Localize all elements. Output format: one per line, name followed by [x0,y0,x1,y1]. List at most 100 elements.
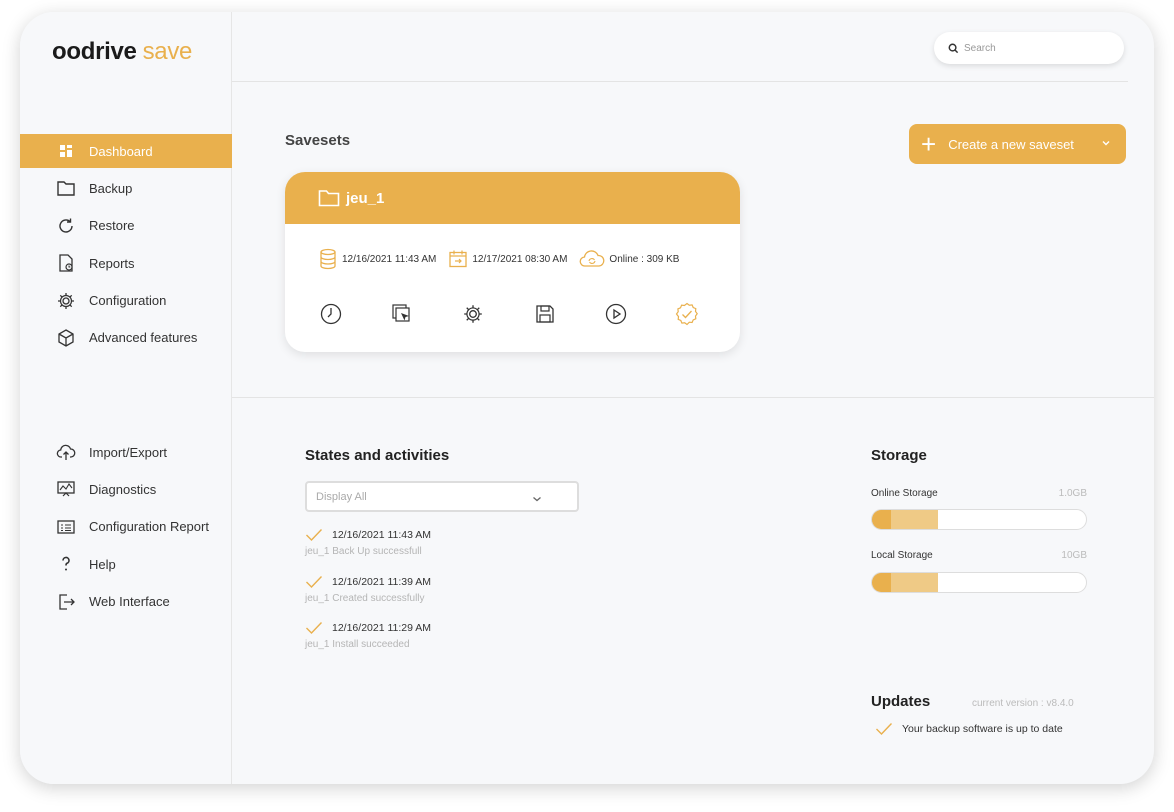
sidebar-item-dashboard[interactable]: Dashboard [20,134,232,168]
app-logo: oodrive save [52,38,192,66]
monitor-chart-icon [55,478,77,500]
app-window: oodrive save Dashboard Backup Restore Re… [20,12,1154,784]
settings-button[interactable] [461,302,485,326]
local-storage-bar-fill [872,573,892,592]
chevron-down-icon[interactable] [1100,137,1112,149]
save-icon [536,305,554,323]
sidebar-item-advanced-features[interactable]: Advanced features [20,321,232,355]
copy-cursor-icon [392,304,410,322]
clock-icon [320,303,342,325]
saveset-info: 12/16/2021 11:43 AM 12/17/2021 08:30 AM … [318,248,691,270]
sidebar-item-web-interface[interactable]: Web Interface [20,585,232,619]
saveset-card[interactable]: jeu_1 12/16/2021 11:43 AM 12/17/2021 08:… [285,172,740,352]
sidebar-item-import-export[interactable]: Import/Export [20,435,232,469]
check-icon [306,622,323,635]
online-storage-info: Online : 309 KB [579,250,679,268]
check-icon [876,723,893,736]
current-version: current version : v8.4.0 [972,698,1074,709]
create-saveset-label: Create a new saveset [948,136,1074,152]
folder-icon [318,190,340,207]
updates-heading: Updates [871,693,931,710]
calendar-icon [449,250,467,268]
sidebar-item-configuration[interactable]: Configuration [20,284,232,318]
status-ok-button[interactable] [675,302,699,326]
activity-item: 12/16/2021 11:43 AM jeu_1 Back Up succes… [305,528,605,557]
last-backup-date: 12/16/2021 11:43 AM [342,253,437,265]
online-size: Online : 309 KB [609,253,680,265]
gear-icon [464,305,482,323]
create-saveset-button[interactable]: + Create a new saveset [909,124,1126,164]
plus-icon: + [921,129,937,159]
play-icon [605,303,627,325]
next-backup: 12/17/2021 08:30 AM [448,249,567,269]
check-icon [306,529,323,542]
logo-text: oodrive [52,38,137,65]
saveset-name: jeu_1 [346,189,385,207]
search-box[interactable]: Search [934,32,1124,64]
last-backup: 12/16/2021 11:43 AM [318,248,436,270]
sidebar-item-help[interactable]: Help [20,547,232,581]
sidebar-item-label: Import/Export [89,444,168,460]
cloud-sync-icon [580,250,605,267]
next-backup-date: 12/17/2021 08:30 AM [472,253,568,265]
check-badge-icon [675,302,698,326]
activity-time: 12/16/2021 11:29 AM [332,622,432,634]
activity-item: 12/16/2021 11:29 AM jeu_1 Install succee… [305,621,605,650]
browse-button[interactable] [390,302,414,326]
activity-time: 12/16/2021 11:43 AM [332,529,432,541]
save-button[interactable] [533,302,557,326]
activity-time: 12/16/2021 11:39 AM [332,576,432,588]
cloud-upload-icon [55,441,77,463]
question-icon [55,553,77,575]
states-heading: States and activities [305,447,450,464]
dashboard-icon [55,140,77,162]
sidebar-item-diagnostics[interactable]: Diagnostics [20,472,232,506]
update-status: Your backup software is up to date [875,722,1063,736]
chevron-down-icon [533,497,541,502]
search-icon [948,43,959,53]
sidebar-item-label: Web Interface [89,594,170,610]
sidebar-item-label: Diagnostics [89,481,157,497]
activity-text: jeu_1 Install succeeded [305,639,410,650]
online-storage-capacity: 1.0GB [1058,488,1087,499]
activity-filter-select[interactable]: Display All [305,481,579,512]
online-storage-bar [871,509,1087,530]
online-storage-label: Online Storage [871,488,938,499]
activity-item: 12/16/2021 11:39 AM jeu_1 Created succes… [305,575,605,604]
savesets-heading: Savesets [285,132,351,149]
activity-text: jeu_1 Back Up successfull [305,546,422,557]
sidebar-item-label: Advanced features [89,330,198,346]
sidebar: oodrive save Dashboard Backup Restore Re… [20,12,232,784]
primary-nav: Dashboard Backup Restore Reports Configu… [20,134,232,358]
folder-icon [55,177,77,199]
online-storage-label-row: Online Storage 1.0GB [871,488,1087,499]
update-status-text: Your backup software is up to date [902,723,1063,735]
exit-icon [55,591,77,613]
logo-accent-text: save [142,38,193,65]
sidebar-item-label: Configuration Report [89,519,209,535]
sidebar-item-reports[interactable]: Reports [20,246,232,280]
history-button[interactable] [319,302,343,326]
sidebar-item-configuration-report[interactable]: Configuration Report [20,510,232,544]
sidebar-item-label: Backup [89,180,133,196]
header-divider [232,81,1128,82]
sidebar-item-label: Dashboard [89,143,153,159]
sidebar-item-label: Reports [89,255,135,271]
sidebar-item-label: Restore [89,218,135,234]
saveset-card-header: jeu_1 [285,172,740,224]
local-storage-bar [871,572,1087,593]
restore-icon [55,215,77,237]
report-icon [55,252,77,274]
local-storage-label-row: Local Storage 10GB [871,550,1087,561]
local-storage-label: Local Storage [871,550,933,561]
sidebar-item-backup[interactable]: Backup [20,171,232,205]
local-storage-capacity: 10GB [1061,550,1087,561]
cube-icon [55,327,77,349]
storage-heading: Storage [871,447,927,464]
search-input[interactable]: Search [964,43,996,54]
run-button[interactable] [604,302,628,326]
check-icon [306,576,323,589]
sidebar-item-restore[interactable]: Restore [20,209,232,243]
online-storage-bar-fill [872,510,892,529]
saveset-actions [319,302,699,326]
